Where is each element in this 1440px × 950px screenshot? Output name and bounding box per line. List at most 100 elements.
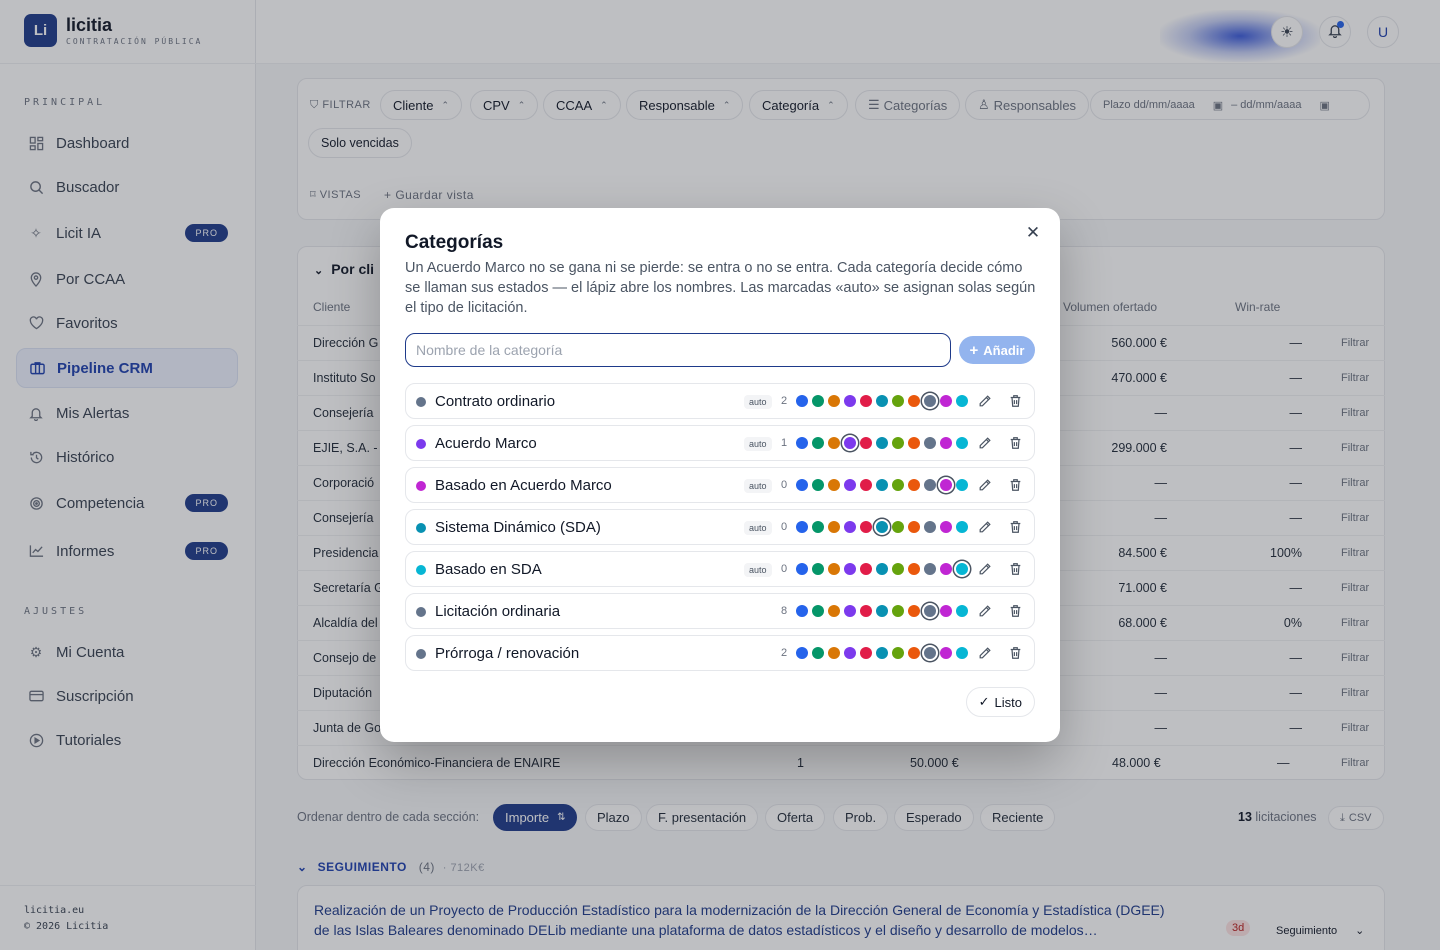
color-swatch[interactable] — [844, 563, 856, 575]
color-swatch[interactable] — [844, 395, 856, 407]
category-row[interactable]: Basado en SDA auto 0 — [405, 551, 1035, 587]
trash-icon[interactable] — [1006, 560, 1024, 578]
color-swatch[interactable] — [956, 521, 968, 533]
pencil-icon[interactable] — [976, 560, 994, 578]
color-swatch[interactable] — [956, 605, 968, 617]
category-row[interactable]: Sistema Dinámico (SDA) auto 0 — [405, 509, 1035, 545]
add-category-button[interactable]: + Añadir — [959, 336, 1035, 364]
color-swatch[interactable] — [812, 647, 824, 659]
done-button[interactable]: ✓ Listo — [965, 687, 1035, 717]
color-swatch[interactable] — [812, 437, 824, 449]
color-swatch[interactable] — [796, 479, 808, 491]
color-swatch[interactable] — [908, 521, 920, 533]
color-swatch[interactable] — [924, 479, 936, 491]
color-swatch[interactable] — [908, 563, 920, 575]
color-swatch[interactable] — [876, 647, 888, 659]
pencil-icon[interactable] — [976, 518, 994, 536]
color-swatch[interactable] — [922, 645, 938, 661]
trash-icon[interactable] — [1006, 602, 1024, 620]
category-row[interactable]: Contrato ordinario auto 2 — [405, 383, 1035, 419]
trash-icon[interactable] — [1006, 644, 1024, 662]
color-swatch[interactable] — [892, 395, 904, 407]
pencil-icon[interactable] — [976, 434, 994, 452]
color-swatch[interactable] — [956, 437, 968, 449]
color-swatch[interactable] — [924, 563, 936, 575]
pencil-icon[interactable] — [976, 602, 994, 620]
color-swatch[interactable] — [908, 479, 920, 491]
color-swatch[interactable] — [922, 603, 938, 619]
color-swatch[interactable] — [812, 563, 824, 575]
color-swatch[interactable] — [956, 479, 968, 491]
color-swatch[interactable] — [860, 395, 872, 407]
pencil-icon[interactable] — [976, 644, 994, 662]
color-swatch[interactable] — [892, 605, 904, 617]
color-swatch[interactable] — [876, 395, 888, 407]
color-swatch[interactable] — [940, 395, 952, 407]
category-row[interactable]: Licitación ordinaria 8 — [405, 593, 1035, 629]
color-swatch[interactable] — [940, 437, 952, 449]
color-swatch[interactable] — [908, 437, 920, 449]
close-button[interactable]: ✕ — [1022, 222, 1044, 244]
color-swatch[interactable] — [796, 437, 808, 449]
color-swatch[interactable] — [828, 563, 840, 575]
color-swatch[interactable] — [924, 437, 936, 449]
color-swatch[interactable] — [860, 563, 872, 575]
color-swatch[interactable] — [860, 479, 872, 491]
color-swatch[interactable] — [844, 605, 856, 617]
color-swatch[interactable] — [940, 647, 952, 659]
color-swatch[interactable] — [924, 521, 936, 533]
color-swatch[interactable] — [876, 563, 888, 575]
color-swatch[interactable] — [860, 521, 872, 533]
color-swatch[interactable] — [796, 647, 808, 659]
color-swatch[interactable] — [796, 521, 808, 533]
category-row[interactable]: Basado en Acuerdo Marco auto 0 — [405, 467, 1035, 503]
color-swatch[interactable] — [796, 605, 808, 617]
color-swatch[interactable] — [908, 647, 920, 659]
color-swatch[interactable] — [956, 395, 968, 407]
color-swatch[interactable] — [892, 563, 904, 575]
color-swatch[interactable] — [908, 395, 920, 407]
trash-icon[interactable] — [1006, 476, 1024, 494]
color-swatch[interactable] — [876, 479, 888, 491]
color-swatch[interactable] — [828, 437, 840, 449]
color-swatch[interactable] — [922, 393, 938, 409]
category-row[interactable]: Acuerdo Marco auto 1 — [405, 425, 1035, 461]
color-swatch[interactable] — [796, 395, 808, 407]
color-swatch[interactable] — [956, 647, 968, 659]
color-swatch[interactable] — [938, 477, 954, 493]
color-swatch[interactable] — [908, 605, 920, 617]
color-swatch[interactable] — [892, 479, 904, 491]
category-row[interactable]: Prórroga / renovación 2 — [405, 635, 1035, 671]
color-swatch[interactable] — [842, 435, 858, 451]
color-swatch[interactable] — [812, 395, 824, 407]
color-swatch[interactable] — [876, 437, 888, 449]
color-swatch[interactable] — [892, 521, 904, 533]
category-name-input[interactable] — [405, 333, 951, 367]
trash-icon[interactable] — [1006, 392, 1024, 410]
color-swatch[interactable] — [844, 647, 856, 659]
color-swatch[interactable] — [844, 521, 856, 533]
trash-icon[interactable] — [1006, 434, 1024, 452]
color-swatch[interactable] — [828, 395, 840, 407]
color-swatch[interactable] — [828, 647, 840, 659]
color-swatch[interactable] — [940, 521, 952, 533]
color-swatch[interactable] — [812, 521, 824, 533]
color-swatch[interactable] — [954, 561, 970, 577]
color-swatch[interactable] — [828, 479, 840, 491]
color-swatch[interactable] — [892, 647, 904, 659]
color-swatch[interactable] — [828, 605, 840, 617]
trash-icon[interactable] — [1006, 518, 1024, 536]
color-swatch[interactable] — [860, 437, 872, 449]
color-swatch[interactable] — [892, 437, 904, 449]
color-swatch[interactable] — [940, 563, 952, 575]
color-swatch[interactable] — [940, 605, 952, 617]
color-swatch[interactable] — [860, 605, 872, 617]
pencil-icon[interactable] — [976, 392, 994, 410]
pencil-icon[interactable] — [976, 476, 994, 494]
color-swatch[interactable] — [796, 563, 808, 575]
color-swatch[interactable] — [812, 605, 824, 617]
color-swatch[interactable] — [860, 647, 872, 659]
color-swatch[interactable] — [874, 519, 890, 535]
color-swatch[interactable] — [876, 605, 888, 617]
color-swatch[interactable] — [844, 479, 856, 491]
